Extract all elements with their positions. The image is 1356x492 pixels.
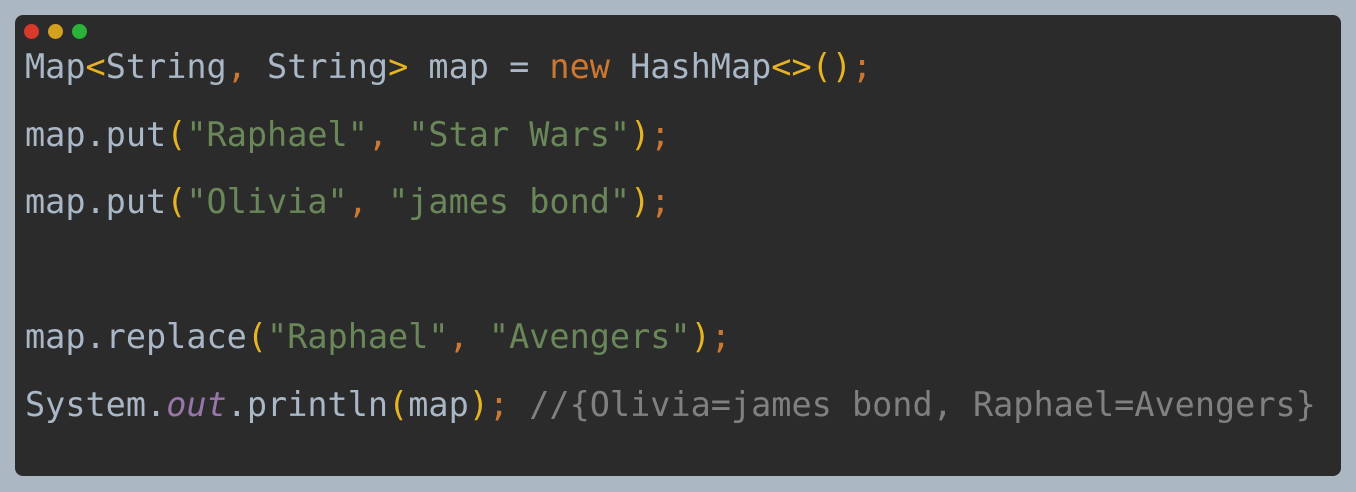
code-line: map.put("Olivia", "james bond"); — [25, 183, 1316, 251]
code-token: System. — [25, 384, 167, 424]
code-token: ) — [630, 182, 651, 221]
code-line: System.out.println(map); //{Olivia=james… — [25, 384, 1316, 454]
code-token: .println — [226, 384, 389, 424]
code-token: String — [246, 47, 389, 86]
code-token: ; — [710, 317, 731, 356]
minimize-button[interactable] — [48, 24, 63, 39]
code-token: ) — [468, 384, 489, 424]
code-token: < — [85, 47, 106, 86]
code-token: "Star Wars" — [408, 114, 631, 154]
code-token: ( — [388, 384, 409, 424]
code-token: map.put — [25, 114, 167, 154]
code-token: map — [408, 384, 469, 424]
code-token: new — [549, 47, 610, 86]
code-token: "Raphael" — [186, 114, 368, 154]
code-token: "james bond" — [388, 182, 631, 221]
code-token: map.put — [25, 182, 167, 221]
code-token: ) — [630, 114, 651, 154]
code-token: ; — [851, 47, 873, 86]
code-comment: //{Olivia=james bond, Raphael=Avengers} — [509, 384, 1316, 424]
code-token: , — [448, 317, 489, 356]
code-token: "Avengers" — [488, 317, 691, 356]
code-token: ( — [166, 114, 187, 154]
code-token: , — [226, 47, 247, 86]
code-token: map.replace — [25, 317, 247, 356]
code-token: ( — [246, 317, 268, 356]
code-token: ; — [488, 384, 510, 424]
code-token: , — [367, 114, 409, 154]
close-button[interactable] — [24, 24, 39, 39]
code-token: String — [105, 47, 227, 86]
code-token: out — [166, 384, 227, 424]
zoom-button[interactable] — [72, 24, 87, 39]
code-token: , — [347, 182, 389, 221]
code-token: "Raphael" — [267, 317, 449, 356]
code-token: Map — [25, 47, 86, 86]
window-controls — [24, 24, 87, 39]
code-token: > — [388, 47, 409, 86]
code-line: map.put("Raphael", "Star Wars"); — [25, 114, 1316, 184]
code-line: map.replace("Raphael", "Avengers"); — [25, 318, 1316, 386]
code-line: Map<String, String> map = new HashMap<>(… — [25, 48, 1316, 116]
code-token: ; — [650, 114, 671, 154]
code-token: "Olivia" — [186, 182, 348, 221]
code-block: Map<String, String> map = new HashMap<>(… — [25, 48, 1316, 453]
code-token: HashMap — [609, 47, 772, 86]
code-token: ; — [650, 182, 671, 221]
code-token: ( — [166, 182, 187, 221]
code-token: map = — [408, 47, 550, 86]
code-token: <>() — [771, 47, 852, 86]
code-token: ) — [690, 317, 711, 356]
